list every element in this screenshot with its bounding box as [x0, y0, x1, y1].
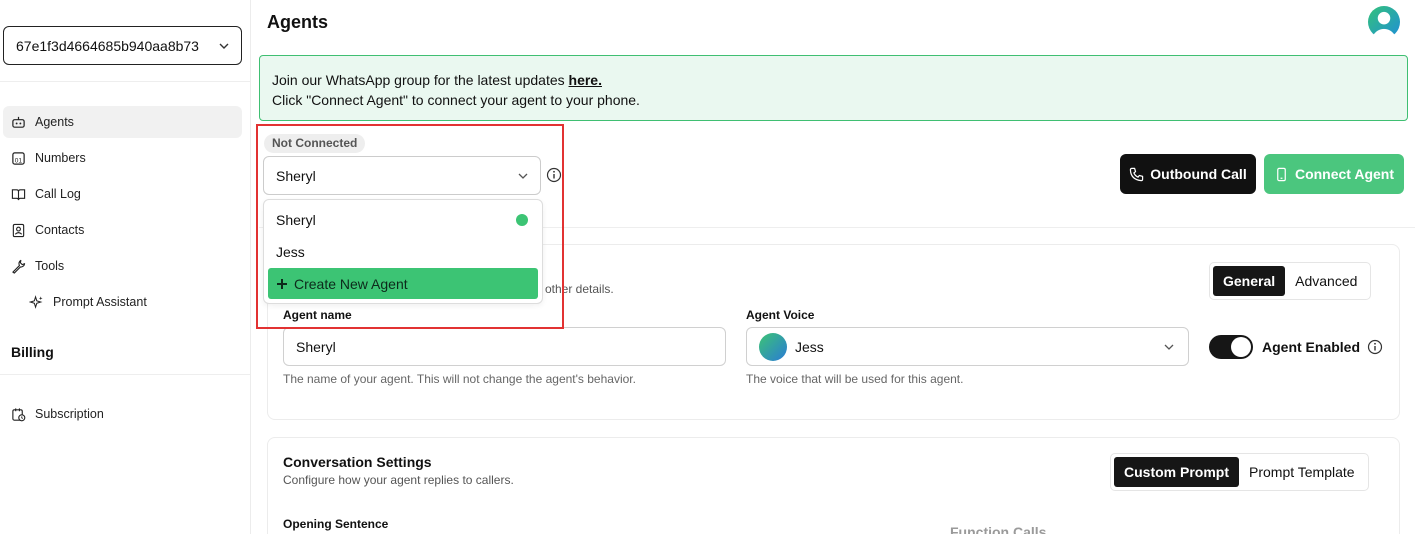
billing-title: Billing [11, 344, 54, 360]
outbound-call-button[interactable]: Outbound Call [1120, 154, 1256, 194]
conversation-settings-title: Conversation Settings [283, 454, 432, 470]
user-avatar[interactable] [1368, 6, 1400, 38]
chevron-down-icon [1164, 344, 1174, 350]
button-label: Outbound Call [1150, 166, 1247, 182]
sidebar-item-call-log[interactable]: Call Log [3, 178, 242, 210]
tab-general[interactable]: General [1213, 266, 1286, 296]
toggle-knob [1231, 337, 1251, 357]
sidebar-item-label: Prompt Assistant [53, 295, 147, 309]
prompt-tabs: Custom Prompt Prompt Template [1110, 453, 1369, 491]
sidebar-item-label: Tools [35, 259, 65, 273]
contact-icon [12, 223, 25, 237]
chevron-down-icon [219, 43, 229, 49]
agent-name-input[interactable]: Sheryl [283, 327, 726, 366]
agent-option-sheryl[interactable]: Sheryl [268, 204, 538, 235]
tab-prompt-template[interactable]: Prompt Template [1239, 457, 1365, 487]
agent-dropdown-menu: Sheryl Jess Create New Agent [263, 199, 543, 304]
conversation-settings-subtitle: Configure how your agent replies to call… [283, 473, 514, 487]
sidebar-item-label: Call Log [35, 187, 81, 201]
calendar-clock-icon [12, 407, 26, 421]
app-root: 67e1f3d4664685b940aa8b73 Agents 01 Numbe… [0, 0, 1415, 534]
tab-custom-prompt[interactable]: Custom Prompt [1114, 457, 1239, 487]
agent-enabled-label: Agent Enabled [1262, 339, 1361, 355]
chevron-down-icon [518, 173, 528, 179]
agent-enabled-toggle[interactable] [1209, 335, 1253, 359]
whatsapp-link[interactable]: here. [569, 72, 602, 88]
info-banner: Join our WhatsApp group for the latest u… [259, 55, 1408, 121]
sidebar: 67e1f3d4664685b940aa8b73 Agents 01 Numbe… [0, 0, 251, 534]
agent-voice-value: Jess [795, 338, 824, 355]
sidebar-item-subscription[interactable]: Subscription [3, 398, 242, 430]
option-label: Sheryl [276, 211, 316, 228]
banner-line-2: Click "Connect Agent" to connect your ag… [272, 92, 640, 108]
agent-name-value: Sheryl [296, 338, 336, 355]
voice-avatar [759, 332, 787, 361]
tab-advanced[interactable]: Advanced [1285, 266, 1367, 296]
wrench-icon [12, 259, 26, 274]
sidebar-item-agents[interactable]: Agents [3, 106, 242, 138]
function-calls-heading: Function Calls [950, 524, 1047, 534]
org-select[interactable]: 67e1f3d4664685b940aa8b73 [3, 26, 242, 65]
agent-select[interactable]: Sheryl [263, 156, 541, 195]
smartphone-icon [1277, 167, 1286, 181]
active-dot-icon [516, 213, 528, 226]
sidebar-links-billing: Subscription [3, 398, 242, 434]
create-new-agent-option[interactable]: Create New Agent [268, 268, 538, 299]
settings-tabs: General Advanced [1209, 262, 1372, 300]
org-id: 67e1f3d4664685b940aa8b73 [16, 37, 199, 54]
phone-icon [1130, 167, 1144, 181]
info-icon[interactable] [1367, 339, 1383, 355]
opening-sentence-label: Opening Sentence [283, 517, 389, 531]
sidebar-item-label: Agents [35, 115, 74, 129]
agent-voice-label: Agent Voice [746, 308, 815, 322]
sidebar-item-label: Numbers [35, 151, 86, 165]
sidebar-item-contacts[interactable]: Contacts [3, 214, 242, 246]
sidebar-divider [0, 81, 250, 82]
connect-agent-button[interactable]: Connect Agent [1264, 154, 1404, 194]
agent-option-jess[interactable]: Jess [268, 236, 538, 267]
sparkles-icon [29, 294, 43, 309]
agent-name-label: Agent name [283, 308, 352, 322]
sidebar-item-label: Subscription [35, 407, 104, 421]
agent-voice-help: The voice that will be used for this age… [746, 372, 964, 386]
sidebar-divider [0, 374, 250, 375]
book-icon [11, 188, 26, 200]
banner-line-1: Join our WhatsApp group for the latest u… [272, 70, 1395, 90]
info-icon[interactable] [546, 167, 562, 183]
banner-text: Join our WhatsApp group for the latest u… [272, 72, 569, 88]
page-title: Agents [267, 12, 329, 32]
agent-select-value: Sheryl [276, 167, 316, 184]
agent-name-help: The name of your agent. This will not ch… [283, 372, 636, 386]
plus-icon [277, 278, 287, 289]
dialpad-icon: 01 [12, 151, 25, 165]
card-subtext: other details. [545, 282, 614, 296]
svg-text:01: 01 [15, 157, 23, 164]
bot-icon [12, 116, 25, 128]
sidebar-nav: Agents 01 Numbers Call Log Contacts Tool… [3, 106, 242, 322]
option-label: Create New Agent [294, 275, 408, 292]
sidebar-item-label: Contacts [35, 223, 85, 237]
button-label: Connect Agent [1294, 166, 1395, 182]
sidebar-item-numbers[interactable]: 01 Numbers [3, 142, 242, 174]
status-badge: Not Connected [264, 134, 366, 153]
sidebar-item-prompt-assistant[interactable]: Prompt Assistant [3, 286, 242, 318]
agent-voice-select[interactable]: Jess [746, 327, 1189, 366]
sidebar-item-tools[interactable]: Tools [3, 250, 242, 282]
option-label: Jess [276, 243, 305, 260]
